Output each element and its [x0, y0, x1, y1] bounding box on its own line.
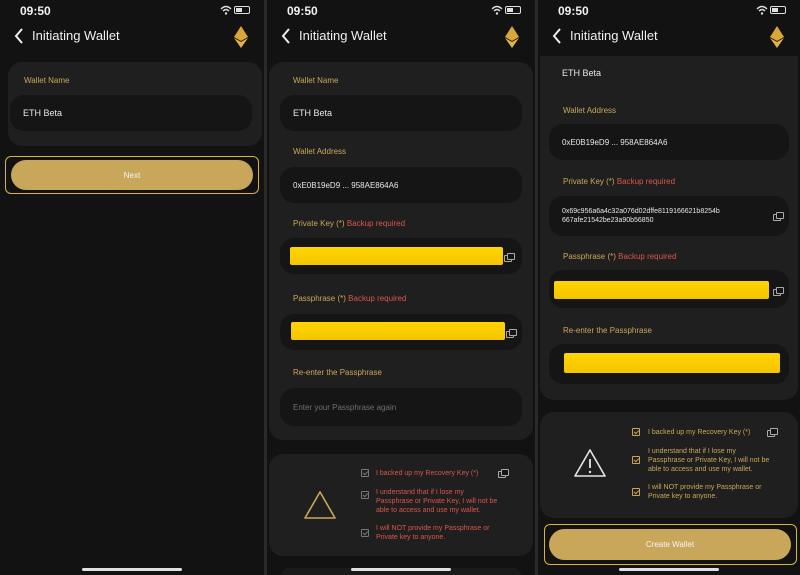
backup-required-text: Backup required	[346, 219, 406, 228]
wallet-name-input[interactable]: ETH Beta	[549, 58, 789, 88]
reenter-passphrase-label: Re-enter the Passphrase	[293, 368, 382, 377]
ethereum-logo-icon	[505, 26, 519, 48]
battery-icon	[234, 6, 250, 14]
not-provide-line-2: Private key to anyone.	[648, 493, 718, 500]
reenter-passphrase-label: Re-enter the Passphrase	[563, 326, 652, 335]
understand-text: I understand that if I lose my Passphras…	[376, 488, 497, 515]
backup-checkbox[interactable]	[361, 469, 369, 477]
status-bar: 09:50	[267, 4, 535, 18]
private-key-label-text: Private Key (*)	[563, 177, 615, 186]
private-key-label-text: Private Key (*)	[293, 219, 345, 228]
back-arrow-icon[interactable]	[281, 28, 291, 44]
understand-checkbox[interactable]	[632, 456, 640, 464]
home-indicator	[351, 568, 451, 571]
understand-text: I understand that if I lose my Passphras…	[648, 447, 769, 474]
battery-icon	[770, 6, 786, 14]
private-key-redaction	[290, 247, 503, 265]
wallet-name-label: Wallet Name	[293, 76, 339, 85]
private-key-field: 0x69c956a6a4c32a076d02dffe8119166621b825…	[549, 196, 789, 236]
passphrase-redaction	[554, 281, 769, 299]
next-button[interactable]: Next	[11, 160, 253, 190]
status-time: 09:50	[20, 4, 51, 18]
copy-icon[interactable]	[773, 287, 784, 296]
wallet-name-input[interactable]: ETH Beta	[10, 95, 252, 131]
nav-bar: Initiating Wallet	[267, 26, 535, 48]
ethereum-logo-icon	[234, 26, 248, 48]
not-provide-checkbox[interactable]	[361, 529, 369, 537]
not-provide-checkbox[interactable]	[632, 488, 640, 496]
understand-line-3: able to access and use my wallet.	[376, 507, 481, 514]
backup-required-text: Backup required	[618, 252, 677, 261]
not-provide-line-1: I will NOT provide my Passphrase or	[648, 484, 762, 491]
understand-line-1: I understand that if I lose my	[648, 448, 736, 455]
passphrase-label: Passphrase (*) Backup required	[293, 294, 406, 303]
warning-triangle-icon	[304, 491, 336, 519]
ethereum-logo-icon	[770, 26, 784, 48]
page-title: Initiating Wallet	[570, 28, 658, 43]
not-provide-text: I will NOT provide my Passphrase or Priv…	[648, 483, 761, 501]
passphrase-redaction	[291, 322, 505, 340]
warning-triangle-icon	[574, 449, 606, 477]
back-arrow-icon[interactable]	[552, 28, 562, 44]
backup-checkbox[interactable]	[632, 428, 640, 436]
wallet-address-label: Wallet Address	[293, 147, 347, 156]
home-indicator	[619, 568, 719, 571]
wifi-icon	[220, 5, 232, 15]
not-provide-text: I will NOT provide my Passphrase or Priv…	[376, 524, 489, 542]
understand-line-2: Passphrase or Private Key, I will not be	[376, 498, 498, 505]
create-wallet-button[interactable]: Create Wallet	[549, 529, 791, 560]
wifi-icon	[756, 5, 768, 15]
page-title: Initiating Wallet	[32, 28, 120, 43]
copy-icon[interactable]	[773, 212, 784, 221]
wallet-address-field: 0xE0B19eD9 ... 958AE864A6	[280, 167, 522, 203]
passphrase-label-text: Passphrase (*)	[293, 294, 346, 303]
private-key-line-2: 667afe21542be23a90b56850	[562, 217, 654, 224]
passphrase-label: Passphrase (*) Backup required	[563, 252, 676, 261]
back-arrow-icon[interactable]	[14, 28, 24, 44]
status-time: 09:50	[287, 4, 318, 18]
status-bar: 09:50	[538, 4, 800, 18]
not-provide-line-1: I will NOT provide my Passphrase or	[376, 525, 490, 532]
private-key-label: Private Key (*) Backup required	[293, 219, 405, 228]
backup-confirm-text: I backed up my Recovery Key (*)	[376, 470, 479, 477]
screen-step-3: 09:50 Initiating Wallet ETH Beta Wallet …	[538, 0, 800, 575]
copy-icon[interactable]	[506, 329, 517, 338]
reenter-passphrase-redaction	[564, 353, 780, 373]
copy-icon[interactable]	[498, 469, 509, 478]
nav-bar: Initiating Wallet	[0, 26, 264, 48]
understand-line-2: Passphrase or Private Key, I will not be	[648, 457, 770, 464]
copy-icon[interactable]	[767, 428, 778, 437]
nav-bar: Initiating Wallet	[538, 26, 800, 48]
page-title: Initiating Wallet	[299, 28, 387, 43]
passphrase-label-text: Passphrase (*)	[563, 252, 616, 261]
backup-required-text: Backup required	[616, 177, 676, 186]
status-time: 09:50	[558, 4, 589, 18]
wifi-icon	[491, 5, 503, 15]
screen-step-1: 09:50 Initiating Wallet Wallet Name ETH …	[0, 0, 264, 575]
private-key-label: Private Key (*) Backup required	[563, 177, 675, 186]
understand-line-3: able to access and use my wallet.	[648, 466, 753, 473]
screen-step-2: 09:50 Initiating Wallet Wallet Name ETH …	[267, 0, 535, 575]
status-bar: 09:50	[0, 4, 264, 18]
wallet-address-field: 0xE0B19eD9 ... 958AE864A6	[549, 124, 789, 160]
private-key-line-1: 0x69c956a6a4c32a076d02dffe8119166621b825…	[562, 208, 720, 215]
wallet-name-label: Wallet Name	[24, 76, 70, 85]
home-indicator	[82, 568, 182, 571]
battery-icon	[505, 6, 521, 14]
not-provide-line-2: Private key to anyone.	[376, 534, 446, 541]
understand-checkbox[interactable]	[361, 491, 369, 499]
backup-required-text: Backup required	[348, 294, 407, 303]
understand-line-1: I understand that if I lose my	[376, 489, 464, 496]
reenter-passphrase-input[interactable]: Enter your Passphrase again	[280, 388, 522, 426]
copy-icon[interactable]	[504, 253, 515, 262]
backup-confirm-text: I backed up my Recovery Key (*)	[648, 429, 751, 436]
wallet-address-label: Wallet Address	[563, 106, 617, 115]
wallet-name-input[interactable]: ETH Beta	[280, 95, 522, 131]
